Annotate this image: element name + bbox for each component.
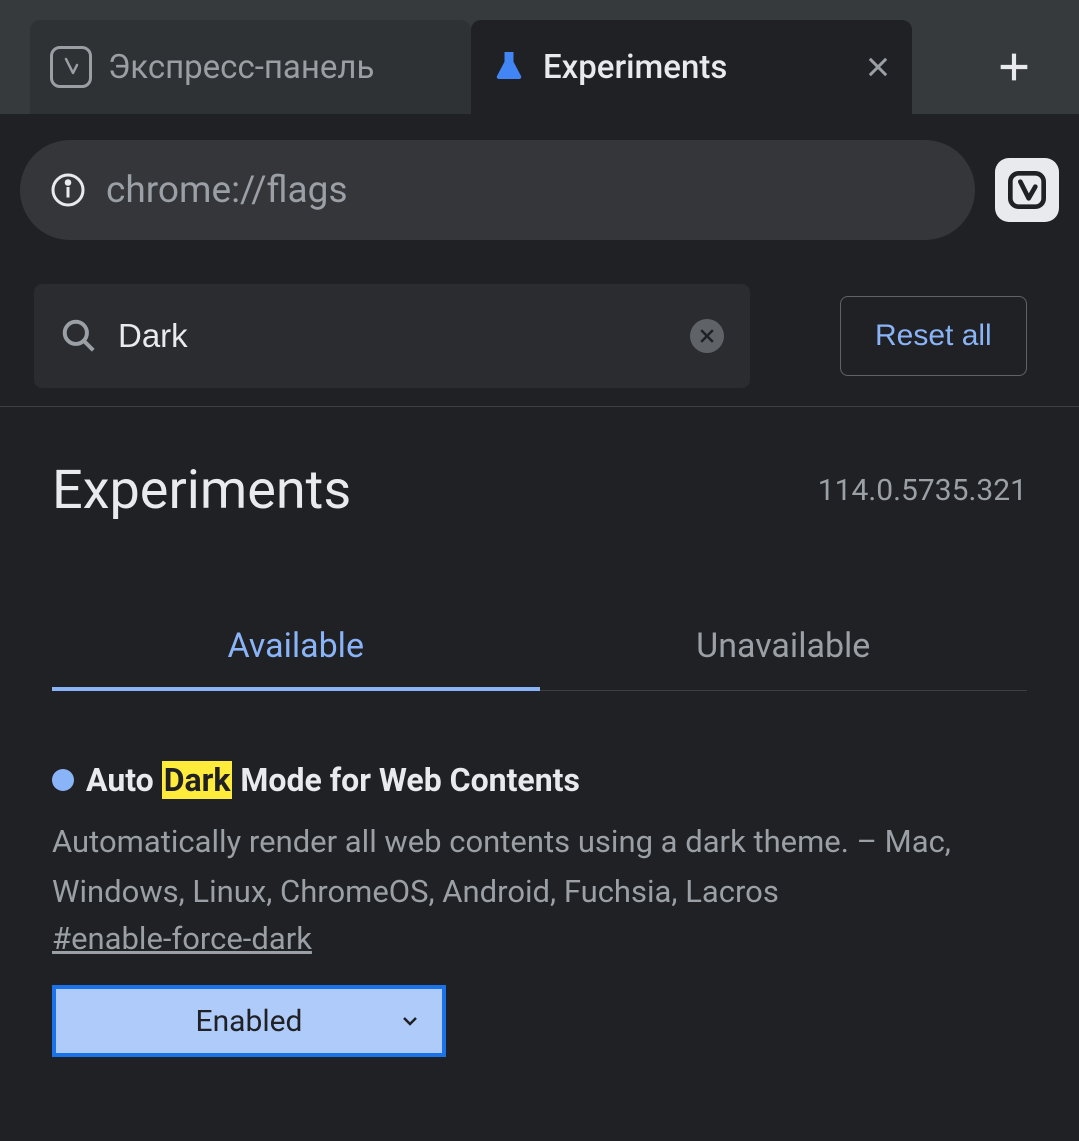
- flag-description: Automatically render all web contents us…: [52, 817, 1027, 916]
- status-dot-icon: [52, 769, 74, 791]
- vivaldi-icon: [50, 46, 92, 88]
- page-title: Experiments: [52, 459, 351, 522]
- content-area: Experiments 114.0.5735.321 Available Una…: [0, 407, 1079, 1057]
- tab-unavailable[interactable]: Unavailable: [540, 602, 1028, 690]
- close-icon[interactable]: [864, 53, 892, 81]
- url-text: chrome://flags: [106, 169, 348, 212]
- plus-icon: [994, 47, 1034, 87]
- new-tab-button[interactable]: [979, 20, 1049, 114]
- version-label: 114.0.5735.321: [818, 473, 1027, 508]
- chevron-down-icon: [398, 1009, 422, 1033]
- flag-title-part: Mode for Web Contents: [232, 761, 579, 799]
- flag-title-row: Auto Dark Mode for Web Contents: [52, 761, 1027, 799]
- search-input[interactable]: [118, 317, 670, 355]
- search-highlight: Dark: [162, 761, 233, 799]
- flask-icon: [491, 49, 527, 85]
- flag-entry: Auto Dark Mode for Web Contents Automati…: [52, 761, 1027, 1057]
- search-section: Reset all: [0, 266, 1079, 407]
- tab-available[interactable]: Available: [52, 602, 540, 690]
- address-bar-row: chrome://flags: [0, 114, 1079, 266]
- tab-label: Экспресс-панель: [108, 48, 374, 87]
- clear-search-button[interactable]: [690, 319, 724, 353]
- flag-select-value: Enabled: [196, 1004, 303, 1039]
- flag-select-dropdown[interactable]: Enabled: [52, 985, 446, 1057]
- search-box: [34, 284, 750, 388]
- search-icon: [60, 317, 98, 355]
- flag-anchor-link[interactable]: #enable-force-dark: [52, 920, 312, 957]
- vivaldi-badge[interactable]: [995, 158, 1059, 222]
- tab-experiments[interactable]: Experiments: [471, 20, 912, 114]
- heading-row: Experiments 114.0.5735.321: [52, 459, 1027, 522]
- vivaldi-icon: [1007, 170, 1047, 210]
- info-icon: [50, 172, 86, 208]
- reset-all-button[interactable]: Reset all: [840, 296, 1027, 376]
- tab-label: Experiments: [543, 48, 727, 87]
- tab-speed-dial[interactable]: Экспресс-панель: [30, 20, 471, 114]
- tabs-nav: Available Unavailable: [52, 602, 1027, 691]
- flag-title: Auto Dark Mode for Web Contents: [86, 761, 580, 799]
- flag-title-part: Auto: [86, 761, 162, 799]
- tab-bar: Экспресс-панель Experiments: [0, 0, 1079, 114]
- close-icon: [697, 326, 717, 346]
- address-bar[interactable]: chrome://flags: [20, 140, 975, 240]
